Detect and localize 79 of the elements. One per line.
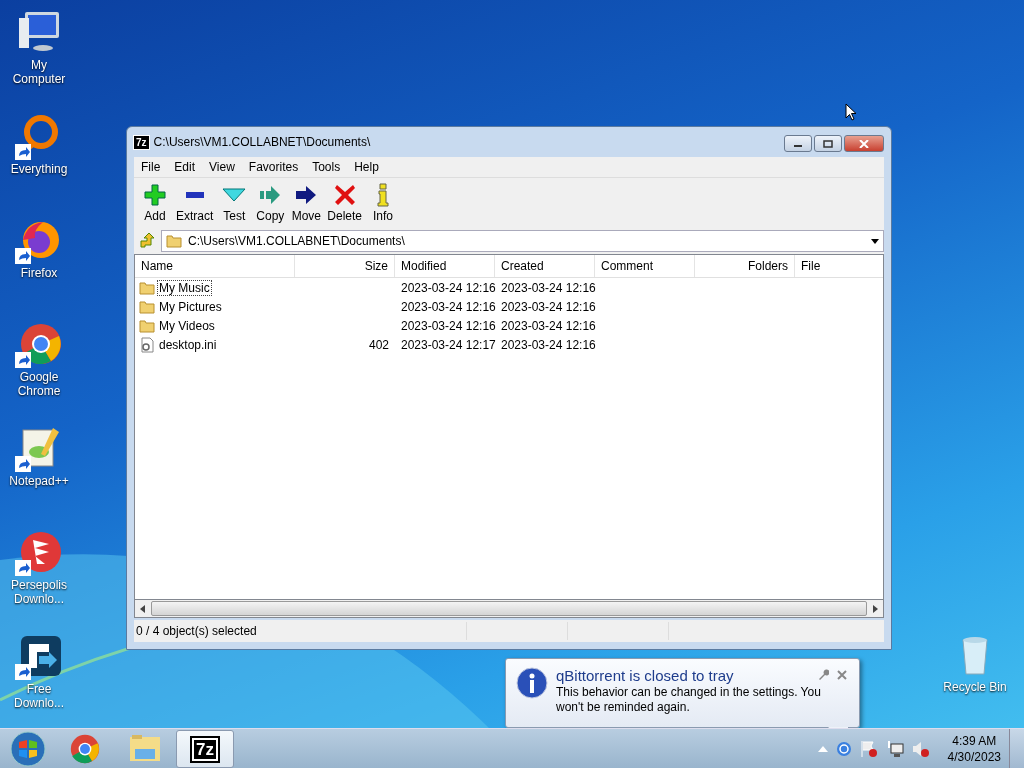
desktop-icon-label[interactable]: Firefox bbox=[4, 266, 74, 280]
toolbar-button[interactable]: Info bbox=[365, 183, 402, 223]
file-name[interactable]: My Pictures bbox=[157, 298, 224, 315]
scroll-left-icon[interactable] bbox=[140, 604, 145, 613]
folder-icon bbox=[139, 298, 155, 315]
column-header[interactable]: Size bbox=[295, 255, 395, 277]
menu-item[interactable]: File bbox=[134, 160, 168, 174]
column-header[interactable]: Folders bbox=[695, 255, 795, 277]
horizontal-scrollbar[interactable] bbox=[134, 600, 884, 618]
scroll-thumb[interactable] bbox=[151, 601, 867, 616]
x-icon bbox=[334, 185, 355, 205]
wrench-icon[interactable] bbox=[817, 669, 829, 681]
menu-item[interactable]: Help bbox=[347, 160, 386, 174]
created-date: 2023-03-24 12:16 bbox=[501, 280, 596, 295]
close-icon bbox=[859, 139, 869, 148]
modified-date: 2023-03-24 12:16 bbox=[401, 280, 496, 295]
toolbar-button[interactable]: Extract bbox=[173, 183, 217, 223]
archiver-taskbar-button[interactable]: 7z bbox=[176, 730, 234, 768]
scroll-right-icon[interactable] bbox=[873, 604, 878, 613]
file-name[interactable]: My Music bbox=[157, 279, 212, 296]
app-logo: 7z bbox=[134, 135, 149, 149]
column-header[interactable]: Name bbox=[135, 255, 295, 277]
toolbar-button[interactable]: Delete bbox=[324, 183, 366, 223]
close-button[interactable] bbox=[844, 135, 884, 152]
windows-logo-icon bbox=[10, 731, 46, 767]
up-arrow-icon bbox=[139, 233, 155, 249]
close-icon[interactable] bbox=[837, 670, 847, 680]
minimize-button[interactable] bbox=[784, 135, 812, 152]
created-date: 2023-03-24 12:16 bbox=[501, 318, 596, 333]
created-date: 2023-03-24 12:16 bbox=[501, 337, 596, 352]
info-icon bbox=[516, 667, 548, 699]
info-icon bbox=[377, 183, 389, 207]
toolbar-button[interactable]: Move bbox=[288, 183, 325, 223]
minus-icon bbox=[185, 192, 204, 198]
column-header[interactable]: File bbox=[795, 255, 883, 277]
maximize-button[interactable] bbox=[814, 135, 842, 152]
toolbar-button[interactable]: Copy bbox=[252, 183, 289, 223]
settings-file-icon bbox=[139, 336, 155, 353]
desktop-icon-label[interactable]: Notepad++ bbox=[4, 474, 74, 488]
desktop-icon-label[interactable]: Everything bbox=[4, 162, 74, 176]
folder-icon bbox=[139, 279, 155, 296]
browser-icon bbox=[68, 732, 102, 766]
menu-item[interactable]: Favorites bbox=[241, 160, 306, 174]
file-name[interactable]: desktop.ini bbox=[157, 336, 219, 353]
arrow-icon bbox=[296, 186, 317, 204]
cursor-icon bbox=[845, 103, 857, 121]
arrow-icon bbox=[260, 186, 281, 204]
address-field[interactable]: C:\Users\VM1.COLLABNET\Documents\ bbox=[161, 230, 884, 252]
notification-message: This behavior can be changed in the settings. You won't be reminded again. bbox=[556, 685, 822, 715]
up-folder-button[interactable] bbox=[137, 231, 157, 251]
folder-icon bbox=[139, 317, 155, 334]
file-name[interactable]: My Videos bbox=[157, 317, 217, 334]
folder-icon bbox=[166, 233, 182, 249]
notification-title: qBittorrent is closed to tray bbox=[556, 667, 734, 685]
desktop-icon-label[interactable]: My Computer bbox=[4, 58, 74, 86]
status-text: 0 / 4 object(s) selected bbox=[135, 624, 258, 638]
modified-date: 2023-03-24 12:16 bbox=[401, 318, 496, 333]
created-date: 2023-03-24 12:16 bbox=[501, 299, 596, 314]
clock[interactable]: 4:39 AM 4/30/2023 bbox=[947, 733, 1001, 765]
modified-date: 2023-03-24 12:17 bbox=[401, 337, 496, 352]
flag-icon[interactable] bbox=[859, 740, 878, 758]
column-header[interactable]: Comment bbox=[595, 255, 695, 277]
column-header[interactable]: Modified bbox=[395, 255, 495, 277]
desktop-icon-label[interactable]: Google Chrome bbox=[4, 370, 74, 398]
maximize-icon bbox=[823, 139, 833, 148]
plus-icon bbox=[144, 184, 166, 206]
menu-item[interactable]: Edit bbox=[167, 160, 203, 174]
speaker-icon[interactable] bbox=[911, 740, 930, 758]
network-icon[interactable] bbox=[885, 740, 904, 758]
toolbar-button[interactable]: Add bbox=[137, 183, 173, 223]
dropdown-arrow-icon bbox=[871, 238, 879, 244]
window-title: C:\Users\VM1.COLLABNET\Documents\ bbox=[153, 135, 372, 149]
toolbar-button[interactable]: Test bbox=[216, 183, 253, 223]
column-header[interactable]: Created bbox=[495, 255, 595, 277]
file-size: 402 bbox=[368, 337, 389, 352]
modified-date: 2023-03-24 12:16 bbox=[401, 299, 496, 314]
tray-app-icon[interactable] bbox=[835, 741, 852, 757]
menu-item[interactable]: Tools bbox=[305, 160, 348, 174]
menu-item[interactable]: View bbox=[202, 160, 242, 174]
